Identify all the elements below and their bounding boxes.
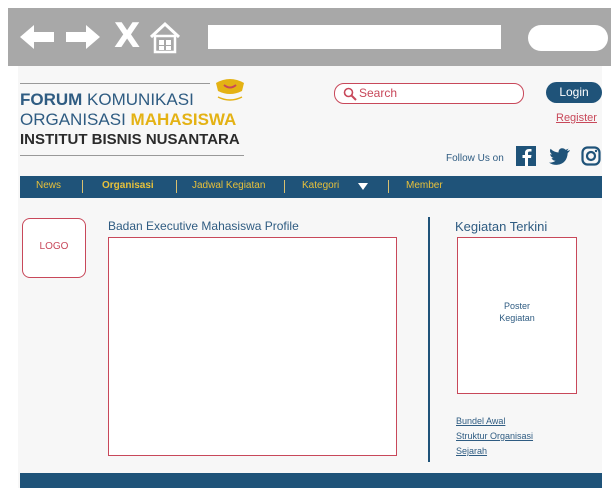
brand-line1-rest: KOMUNIKASI xyxy=(82,90,194,109)
brand-line2-gold: MAHASISWA xyxy=(130,110,237,129)
nav-item-member[interactable]: Member xyxy=(406,180,443,191)
twitter-icon[interactable] xyxy=(549,148,571,166)
close-button[interactable]: X xyxy=(114,14,140,58)
address-bar[interactable] xyxy=(208,25,501,49)
search-placeholder: Search xyxy=(359,86,398,100)
brand-line2-plain: ORGANISASI xyxy=(20,110,131,129)
brand-line3: INSTITUT BISNIS NUSANTARA xyxy=(20,131,240,148)
nav-separator xyxy=(82,180,83,193)
poster-label-line2: Kegiatan xyxy=(499,313,535,323)
profile-content-box xyxy=(108,237,397,456)
footer-bar xyxy=(20,473,602,488)
main-nav: News Organisasi Jadwal Kegiatan Kategori… xyxy=(20,176,602,198)
nav-separator xyxy=(176,180,177,193)
logo-placeholder: LOGO xyxy=(22,218,86,278)
poster-label: Poster Kegiatan xyxy=(458,300,576,324)
link-struktur-organisasi[interactable]: Struktur Organisasi xyxy=(456,431,533,441)
logo-label: LOGO xyxy=(39,241,69,252)
column-divider xyxy=(428,217,430,462)
facebook-icon[interactable] xyxy=(516,146,536,166)
browser-menu-button[interactable] xyxy=(528,25,608,51)
follow-label: Follow Us on xyxy=(446,153,504,164)
poster-placeholder[interactable]: Poster Kegiatan xyxy=(457,237,577,394)
brand-divider-top xyxy=(20,83,210,84)
profile-title: Badan Executive Mahasiswa Profile xyxy=(108,219,299,233)
right-arrow-icon[interactable] xyxy=(66,24,102,50)
kegiatan-title: Kegiatan Terkini xyxy=(455,219,548,234)
home-icon[interactable] xyxy=(148,20,182,54)
poster-label-line1: Poster xyxy=(503,301,530,311)
nav-item-jadwal-kegiatan[interactable]: Jadwal Kegiatan xyxy=(192,180,265,191)
register-link[interactable]: Register xyxy=(556,112,597,124)
nav-separator xyxy=(284,180,285,193)
left-arrow-icon[interactable] xyxy=(20,24,56,50)
nav-separator xyxy=(388,180,389,193)
brand-divider-bottom xyxy=(20,155,244,156)
search-icon xyxy=(343,87,357,101)
nav-item-news[interactable]: News xyxy=(36,180,61,191)
link-bundel-awal[interactable]: Bundel Awal xyxy=(456,416,505,426)
brand-title: FORUM KOMUNIKASI ORGANISASI MAHASISWA IN… xyxy=(20,90,240,150)
browser-toolbar: X xyxy=(8,8,611,66)
brand-line1-bold: FORUM xyxy=(20,90,83,109)
emblem-icon xyxy=(216,79,244,101)
instagram-icon[interactable] xyxy=(581,146,601,166)
chevron-down-icon[interactable] xyxy=(358,183,368,191)
login-button[interactable]: Login xyxy=(546,82,602,103)
search-input[interactable]: Search xyxy=(334,83,524,104)
nav-item-kategori[interactable]: Kategori xyxy=(302,180,339,191)
link-sejarah[interactable]: Sejarah xyxy=(456,446,487,456)
nav-item-organisasi[interactable]: Organisasi xyxy=(102,180,154,191)
